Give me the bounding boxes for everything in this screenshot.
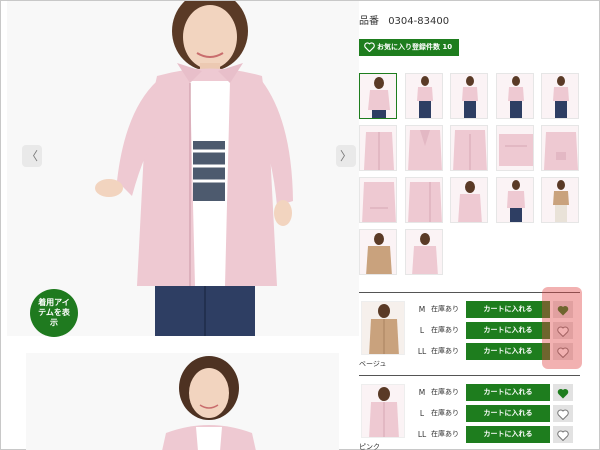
thumbnail[interactable] <box>359 125 397 171</box>
product-number-label: 品番 <box>359 16 379 27</box>
thumbnail[interactable] <box>450 177 488 223</box>
thumbnail[interactable] <box>541 177 579 223</box>
thumbnail[interactable] <box>405 229 443 275</box>
thumbnail[interactable] <box>359 229 397 275</box>
size-label: M <box>418 388 426 397</box>
add-to-cart-button[interactable]: カートに入れる <box>466 405 550 422</box>
show-worn-items-button[interactable]: 着用アイテムを表示 <box>30 289 78 337</box>
heart-outline-icon <box>364 42 375 59</box>
prev-image-button[interactable]: 〈 <box>22 145 42 167</box>
section-divider <box>359 375 580 376</box>
color-name: ベージュ <box>359 360 387 368</box>
favorite-count-label: お気に入り登録件数 10件 <box>377 43 453 68</box>
thumbnail[interactable] <box>359 73 397 119</box>
heart-outline-icon <box>557 430 569 442</box>
thumbnail[interactable] <box>405 125 443 171</box>
size-row: LL 在庫あり カートに入れる <box>415 426 581 443</box>
thumbnail[interactable] <box>359 177 397 223</box>
size-row: L 在庫あり カートに入れる <box>415 405 581 422</box>
thumbnail[interactable] <box>450 73 488 119</box>
model-illustration <box>7 1 359 336</box>
stock-status: 在庫あり <box>431 430 459 438</box>
add-to-cart-button[interactable]: カートに入れる <box>466 343 550 360</box>
add-to-cart-button[interactable]: カートに入れる <box>466 384 550 401</box>
page-frame: 〈 〉 着用アイテムを表示 品番 0304-83400 お気に入り登録件数 10… <box>0 0 600 450</box>
model-illustration-2 <box>26 353 339 450</box>
stock-status: 在庫あり <box>431 388 459 396</box>
stock-status: 在庫あり <box>431 326 459 334</box>
thumbnail[interactable] <box>450 125 488 171</box>
add-to-cart-button[interactable]: カートに入れる <box>466 426 550 443</box>
stock-status: 在庫あり <box>431 305 459 313</box>
favorite-column-highlight <box>542 287 582 369</box>
color-name: ピンク <box>359 443 380 450</box>
favorite-toggle[interactable] <box>553 426 573 443</box>
size-label: L <box>419 326 425 335</box>
worn-items-label: 着用アイテムを表示 <box>38 298 70 327</box>
size-row: M 在庫あり カートに入れる <box>415 384 581 401</box>
color-swatch-image[interactable] <box>361 384 405 438</box>
product-number-value: 0304-83400 <box>388 16 450 27</box>
heart-filled-icon <box>557 388 569 399</box>
main-product-photo[interactable]: 〈 〉 <box>7 1 359 336</box>
color-swatch-image[interactable] <box>361 301 405 355</box>
size-label: LL <box>417 430 427 439</box>
product-number: 品番 0304-83400 <box>359 12 449 27</box>
thumbnail[interactable] <box>496 73 534 119</box>
heart-outline-icon <box>557 409 569 421</box>
thumbnail[interactable] <box>496 177 534 223</box>
favorite-toggle[interactable] <box>553 405 573 422</box>
add-to-cart-button[interactable]: カートに入れる <box>466 322 550 339</box>
size-label: LL <box>417 347 427 356</box>
thumbnail[interactable] <box>405 177 443 223</box>
thumbnail[interactable] <box>405 73 443 119</box>
thumbnail[interactable] <box>541 125 579 171</box>
add-to-cart-button[interactable]: カートに入れる <box>466 301 550 318</box>
favorite-toggle[interactable] <box>553 384 573 401</box>
secondary-product-photo[interactable] <box>26 353 339 450</box>
stock-status: 在庫あり <box>431 409 459 417</box>
favorite-count-button[interactable]: お気に入り登録件数 10件 <box>359 39 459 68</box>
stock-status: 在庫あり <box>431 347 459 355</box>
thumbnail[interactable] <box>496 125 534 171</box>
thumbnail[interactable] <box>541 73 579 119</box>
size-label: L <box>419 409 425 418</box>
next-image-button[interactable]: 〉 <box>336 145 356 167</box>
size-label: M <box>418 305 426 314</box>
